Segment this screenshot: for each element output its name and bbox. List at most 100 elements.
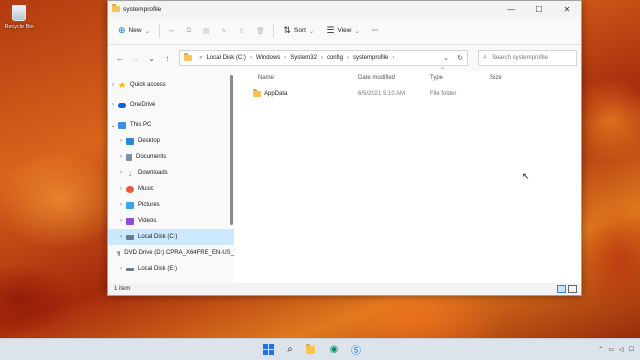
- volume-icon[interactable]: ◁: [619, 346, 624, 353]
- breadcrumb-config[interactable]: config: [327, 55, 343, 61]
- videos-icon: [126, 217, 134, 225]
- sidebar-item-local-disk-e[interactable]: › Local Disk (E:): [108, 261, 234, 277]
- minimize-button[interactable]: —: [497, 1, 525, 17]
- share-button[interactable]: ⇪: [233, 22, 250, 40]
- breadcrumb-local-disk[interactable]: Local Disk (C:): [207, 55, 246, 61]
- breadcrumb-system32[interactable]: System32: [290, 55, 317, 61]
- chevron-down-icon[interactable]: ⌄: [108, 122, 118, 129]
- sidebar-item-label: Music: [138, 186, 154, 192]
- title-bar: systemprofile — ☐ ✕: [108, 1, 581, 17]
- network-icon[interactable]: ▭: [608, 346, 614, 353]
- address-bar[interactable]: « Local Disk (C:) › Windows › System32 ›…: [179, 50, 469, 66]
- sidebar-item-this-pc[interactable]: ⌄ This PC: [108, 117, 234, 133]
- system-tray: ⌃ ▭ ◁ ☐: [598, 346, 634, 353]
- sidebar-item-onedrive[interactable]: › OneDrive: [108, 97, 234, 113]
- recent-locations-chevron-icon[interactable]: ⌄: [144, 54, 160, 63]
- sidebar-item-dvd-drive[interactable]: › DVD Drive (D:) CPRA_X64FRE_EN-US_: [108, 245, 234, 261]
- recycle-bin-label: Recycle Bin: [4, 24, 34, 30]
- music-icon: [126, 185, 134, 193]
- chevron-right-icon[interactable]: ›: [116, 138, 126, 144]
- breadcrumb-separator: «: [199, 55, 203, 61]
- notification-icon[interactable]: ☐: [629, 346, 634, 353]
- sidebar-item-documents[interactable]: › Documents: [108, 149, 234, 165]
- sidebar-item-videos[interactable]: › Videos: [108, 213, 234, 229]
- sidebar-item-desktop[interactable]: › Desktop: [108, 133, 234, 149]
- address-dropdown-icon[interactable]: ⌄: [443, 54, 449, 62]
- command-bar: ⊕ New ⌄ ✂ ⧉ ▤ ✎ ⇪ 🗑 ⇅ Sort ⌄ ☰ View ⌄ ··…: [108, 17, 581, 45]
- breadcrumb-separator: ›: [346, 55, 349, 61]
- file-list: ⌃ Name Date modified Type Size AppData 6…: [234, 68, 581, 283]
- chevron-down-icon: ⌄: [354, 27, 360, 35]
- large-icons-view-icon[interactable]: [568, 285, 577, 293]
- more-options-button[interactable]: ···: [366, 22, 385, 40]
- sort-button-label: Sort: [294, 27, 306, 34]
- recycle-bin-shortcut[interactable]: Recycle Bin: [4, 5, 34, 30]
- drive-icon: [126, 234, 134, 240]
- chevron-right-icon[interactable]: ›: [116, 218, 126, 224]
- toolbar-divider: [159, 23, 161, 38]
- windows-start-icon[interactable]: [262, 343, 274, 356]
- view-button-label: View: [337, 27, 352, 34]
- table-row[interactable]: AppData 6/5/2021 5:10 AM File folder: [234, 86, 581, 102]
- search-box[interactable]: ⌕ Search systemprofile: [478, 50, 577, 66]
- chevron-right-icon[interactable]: ›: [108, 102, 118, 108]
- drive-icon: [126, 267, 134, 271]
- chevron-down-icon: ⌄: [308, 27, 315, 35]
- edge-browser-icon[interactable]: ◉: [328, 344, 340, 356]
- rename-button[interactable]: ✎: [215, 22, 232, 40]
- chevron-right-icon[interactable]: ›: [108, 82, 118, 88]
- delete-button[interactable]: 🗑: [250, 22, 270, 40]
- maximize-button[interactable]: ☐: [525, 1, 553, 17]
- sidebar-item-label: Local Disk (E:): [138, 266, 178, 272]
- close-button[interactable]: ✕: [553, 1, 581, 17]
- skype-icon[interactable]: Ⓢ: [350, 344, 362, 357]
- file-explorer-taskbar-icon[interactable]: [306, 343, 318, 356]
- file-name: AppData: [264, 91, 288, 97]
- sidebar-item-pictures[interactable]: › Pictures: [108, 197, 234, 213]
- sidebar-item-music[interactable]: › Music: [108, 181, 234, 197]
- breadcrumb-systemprofile[interactable]: systemprofile: [353, 55, 388, 61]
- chevron-right-icon[interactable]: ›: [116, 234, 126, 240]
- sidebar-item-quick-access[interactable]: › Quick access: [108, 77, 234, 93]
- cut-button[interactable]: ✂: [163, 22, 180, 40]
- back-arrow-icon[interactable]: ←: [112, 54, 128, 63]
- breadcrumb-separator: ›: [320, 55, 323, 61]
- column-header-type[interactable]: Type: [430, 75, 490, 81]
- column-header-size[interactable]: Size: [490, 75, 550, 81]
- navigation-scrollbar[interactable]: [230, 75, 233, 225]
- plus-icon: ⊕: [118, 25, 126, 35]
- sidebar-item-label: This PC: [130, 122, 152, 128]
- breadcrumb-windows[interactable]: Windows: [256, 55, 280, 61]
- column-header-name[interactable]: Name: [234, 75, 358, 81]
- pictures-icon: [126, 201, 134, 209]
- tray-overflow-icon[interactable]: ⌃: [598, 346, 603, 353]
- sort-button[interactable]: ⇅ Sort ⌄: [277, 22, 320, 40]
- folder-icon: [112, 4, 120, 12]
- column-header-row: Name Date modified Type Size: [234, 71, 581, 85]
- delete-icon: 🗑: [256, 27, 265, 35]
- chevron-right-icon[interactable]: ›: [116, 202, 126, 208]
- chevron-right-icon[interactable]: ›: [116, 154, 126, 160]
- refresh-icon[interactable]: ↻: [457, 54, 463, 62]
- column-header-date-modified[interactable]: Date modified: [358, 75, 430, 81]
- mouse-cursor-icon: ↖: [522, 171, 530, 181]
- sidebar-item-downloads[interactable]: › ↓ Downloads: [108, 165, 234, 181]
- chevron-right-icon[interactable]: ›: [116, 266, 126, 272]
- paste-icon: ▤: [203, 27, 210, 35]
- search-placeholder: Search systemprofile: [491, 55, 548, 61]
- file-type: File folder: [430, 91, 457, 97]
- search-icon[interactable]: ⌕: [284, 344, 296, 356]
- folder-icon: [184, 53, 193, 61]
- copy-button[interactable]: ⧉: [180, 22, 197, 40]
- view-button[interactable]: ☰ View ⌄: [320, 22, 366, 40]
- up-arrow-icon[interactable]: ↑: [159, 54, 175, 63]
- new-button[interactable]: ⊕ New ⌄: [112, 22, 156, 40]
- paste-button[interactable]: ▤: [197, 22, 215, 40]
- sidebar-item-label: Desktop: [138, 138, 161, 144]
- sidebar-item-local-disk-c[interactable]: › Local Disk (C:): [108, 229, 234, 245]
- sidebar-item-label: Videos: [138, 218, 157, 224]
- chevron-right-icon[interactable]: ›: [116, 170, 126, 176]
- forward-arrow-icon[interactable]: →: [128, 54, 144, 63]
- details-view-icon[interactable]: [557, 285, 566, 293]
- chevron-right-icon[interactable]: ›: [116, 186, 126, 192]
